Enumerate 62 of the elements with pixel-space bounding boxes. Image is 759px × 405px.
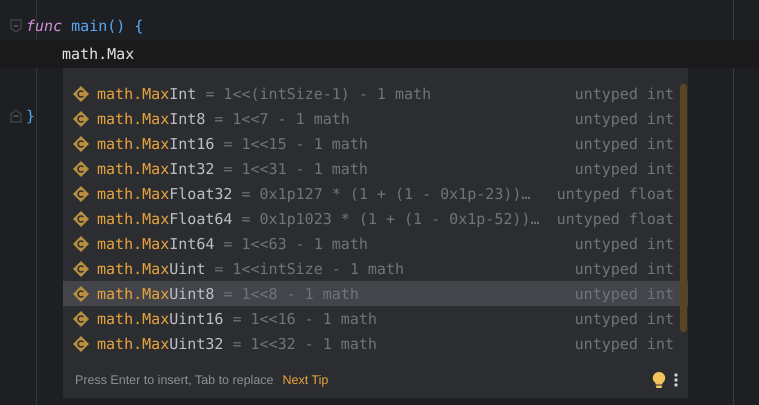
item-name: math.MaxInt64 <box>97 234 214 252</box>
lightbulb-icon[interactable] <box>652 371 666 389</box>
constant-icon <box>72 110 90 128</box>
item-type: untyped int <box>574 110 674 128</box>
completion-item[interactable]: math.MaxUint = 1<<intSize - 1 math untyped int <box>63 256 688 281</box>
item-detail: = 1<<(intSize-1) - 1 math <box>205 84 432 102</box>
item-name: math.MaxInt <box>97 84 196 102</box>
item-type: untyped int <box>574 260 674 278</box>
completion-item[interactable]: math.MaxUint16 = 1<<16 - 1 math untyped int <box>63 306 688 331</box>
constant-icon <box>72 210 90 228</box>
item-type: untyped int <box>574 310 674 328</box>
item-type: untyped int <box>574 134 674 152</box>
item-detail: = 0x1p127 * (1 + (1 - 0x1p-23))… <box>241 184 530 202</box>
item-type: untyped int <box>574 160 674 178</box>
item-name: math.MaxUint16 <box>97 310 224 328</box>
completion-item[interactable]: math.MaxInt32 = 1<<31 - 1 math untyped int <box>63 156 688 181</box>
item-name: math.MaxInt16 <box>97 134 214 152</box>
constant-icon <box>72 160 90 178</box>
code-line: func main() { <box>26 17 144 35</box>
item-detail: = 1<<7 - 1 math <box>214 110 350 128</box>
item-name: math.MaxInt32 <box>97 160 214 178</box>
item-name: math.MaxUint8 <box>97 284 214 302</box>
more-icon[interactable] <box>674 373 678 387</box>
completion-item[interactable]: math.MaxInt8 = 1<<7 - 1 math untyped int <box>63 106 688 131</box>
item-detail: = 1<<31 - 1 math <box>223 160 368 178</box>
next-tip-link[interactable]: Next Tip <box>282 373 328 387</box>
constant-icon <box>72 334 90 352</box>
completion-item[interactable]: math.MaxInt16 = 1<<15 - 1 math untyped int <box>63 131 688 156</box>
item-name: math.MaxFloat32 <box>97 184 232 202</box>
constant-icon <box>72 260 90 278</box>
code-line: math.Max <box>62 45 134 63</box>
item-type: untyped float <box>556 210 674 228</box>
hint-text: Press Enter to insert, Tab to replace <box>75 373 274 387</box>
item-detail: = 0x1p1023 * (1 + (1 - 0x1p-52))… <box>241 210 540 228</box>
item-type: untyped float <box>556 184 674 202</box>
constant-icon <box>72 134 90 152</box>
item-type: untyped int <box>574 334 674 352</box>
completion-item[interactable]: math.MaxInt64 = 1<<63 - 1 math untyped int <box>63 231 688 256</box>
scrollbar[interactable] <box>680 84 687 332</box>
item-name: math.MaxUint32 <box>97 334 224 352</box>
item-type: untyped int <box>574 84 674 102</box>
item-detail: = 1<<32 - 1 math <box>232 334 377 352</box>
completion-item[interactable]: math.MaxFloat32 = 0x1p127 * (1 + (1 - 0x1p-23))… untyped float <box>63 181 688 206</box>
item-name: math.MaxInt8 <box>97 110 206 128</box>
completion-item[interactable]: math.MaxFloat64 = 0x1p1023 * (1 + (1 - 0x1p-52))… untyped float <box>63 206 688 231</box>
item-name: math.MaxFloat64 <box>97 210 232 228</box>
constant-icon <box>72 84 90 102</box>
item-name: math.MaxUint <box>97 260 206 278</box>
item-detail: = 1<<15 - 1 math <box>223 134 368 152</box>
constant-icon <box>72 310 90 328</box>
code-line: } <box>26 107 36 125</box>
constant-icon <box>72 234 90 252</box>
completion-item[interactable]: math.MaxInt = 1<<(intSize-1) - 1 math untyped int <box>63 81 688 106</box>
item-detail: = 1<<63 - 1 math <box>223 234 368 252</box>
constant-icon <box>72 184 90 202</box>
item-detail: = 1<<intSize - 1 math <box>214 260 404 278</box>
fold-icon[interactable] <box>10 19 22 33</box>
completion-item[interactable]: math.MaxUint32 = 1<<32 - 1 math untyped int <box>63 331 688 356</box>
item-type: untyped int <box>574 234 674 252</box>
item-detail: = 1<<16 - 1 math <box>232 310 377 328</box>
constant-icon <box>72 284 90 302</box>
fold-icon[interactable] <box>10 109 22 123</box>
